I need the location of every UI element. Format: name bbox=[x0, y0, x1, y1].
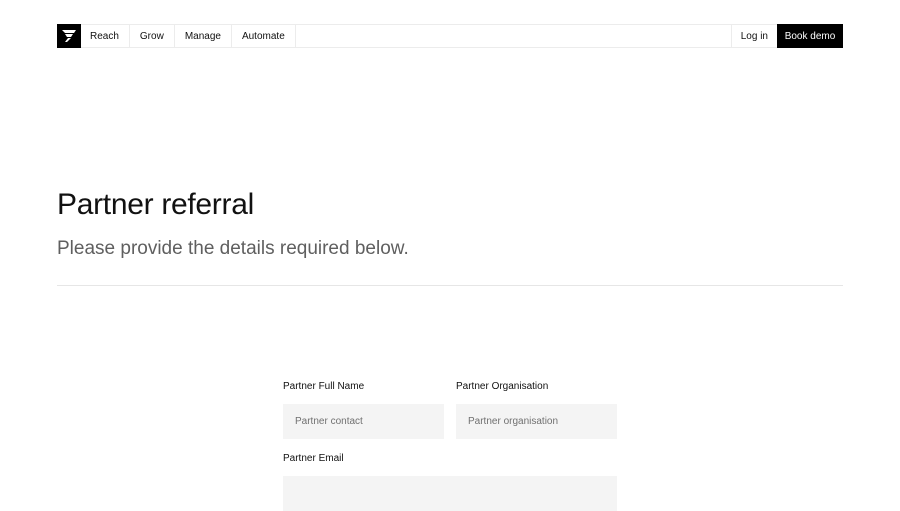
nav-item-automate[interactable]: Automate bbox=[232, 25, 296, 47]
nav-item-grow[interactable]: Grow bbox=[130, 25, 175, 47]
top-navigation: Reach Grow Manage Automate Log in Book d… bbox=[57, 24, 843, 48]
email-input[interactable] bbox=[283, 476, 617, 511]
nav-item-manage[interactable]: Manage bbox=[175, 25, 232, 47]
email-label: Partner Email bbox=[283, 453, 344, 464]
organisation-input[interactable] bbox=[456, 404, 617, 439]
login-link[interactable]: Log in bbox=[730, 25, 777, 47]
page-subtitle: Please provide the details required belo… bbox=[57, 238, 409, 259]
nav-item-reach[interactable]: Reach bbox=[81, 25, 130, 47]
full-name-label: Partner Full Name bbox=[283, 381, 365, 392]
organisation-label: Partner Organisation bbox=[456, 381, 549, 392]
brand-logo-icon[interactable] bbox=[57, 24, 81, 48]
full-name-input[interactable] bbox=[283, 404, 444, 439]
page-title: Partner referral bbox=[57, 188, 254, 221]
book-demo-button[interactable]: Book demo bbox=[777, 24, 843, 48]
section-divider bbox=[57, 285, 843, 286]
